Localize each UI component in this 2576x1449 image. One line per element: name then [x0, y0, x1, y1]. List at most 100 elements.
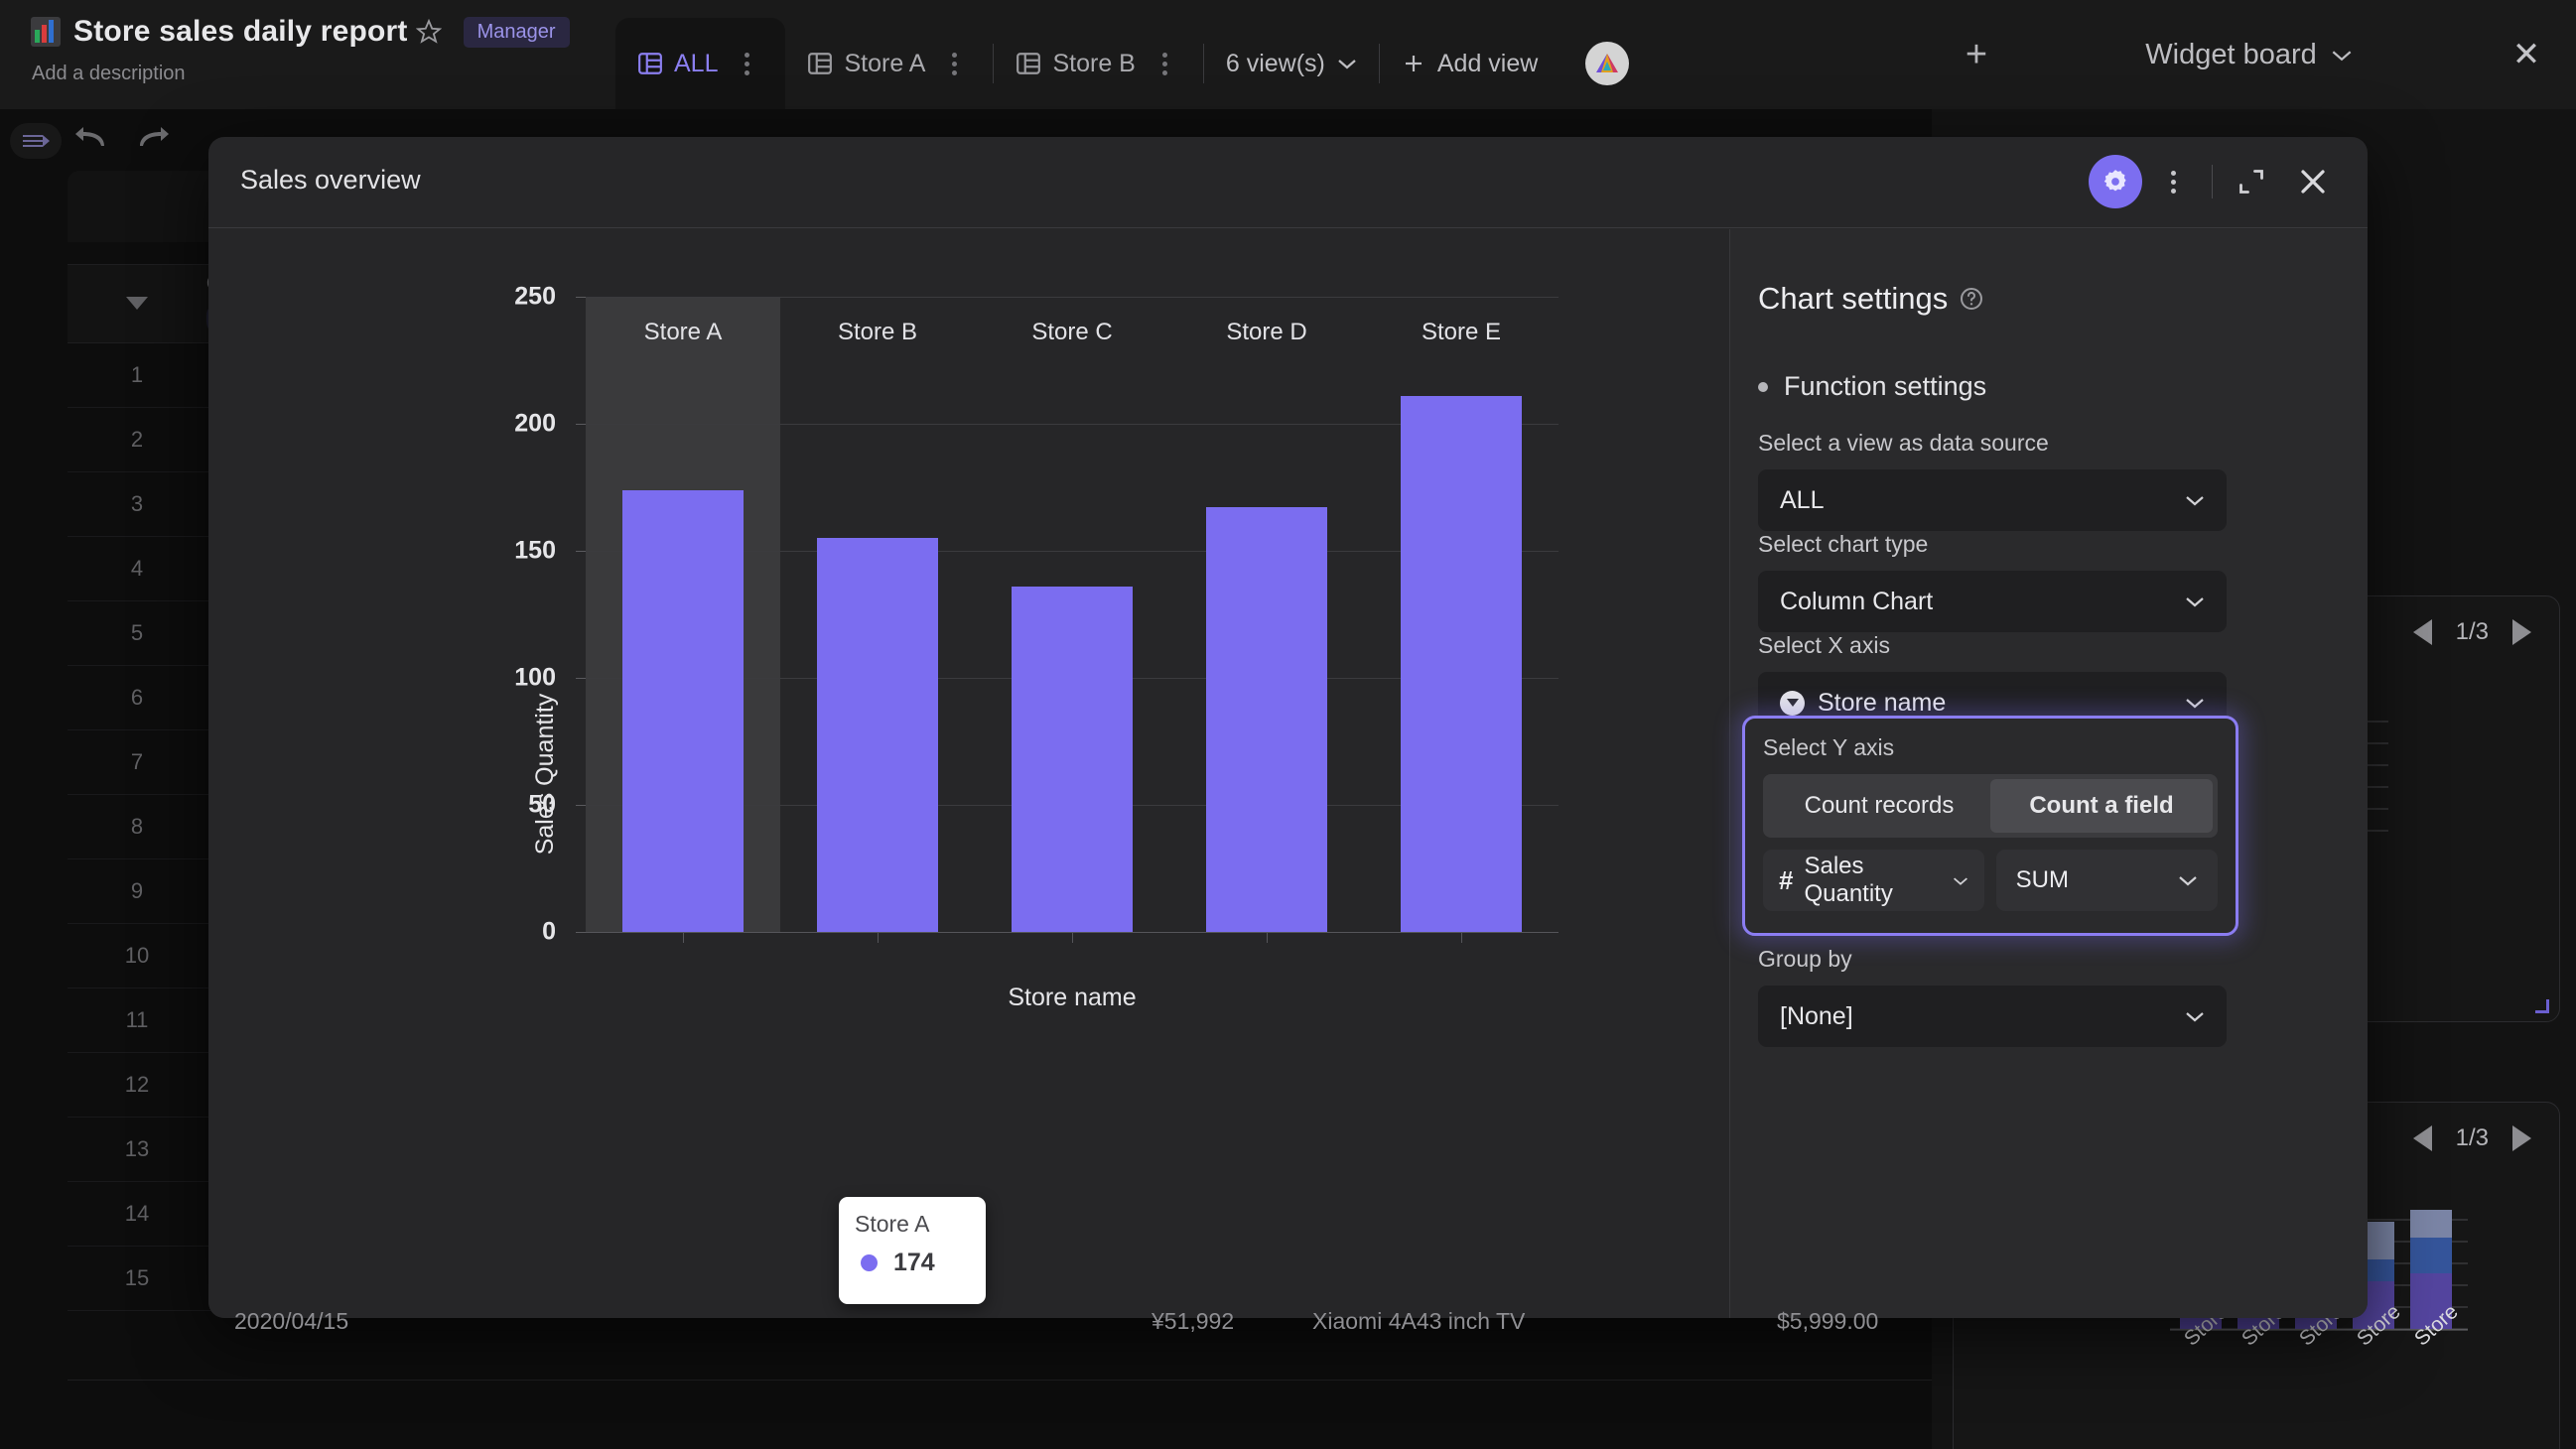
user-logo-icon [1596, 54, 1619, 72]
chart-type-value: Column Chart [1780, 587, 1934, 615]
add-widget-button[interactable]: + [1932, 34, 2021, 76]
chart-type-field: Select chart type Column Chart [1758, 531, 2227, 632]
group-by-value: [None] [1780, 1001, 1853, 1030]
x-axis-tick-mark [1267, 932, 1268, 943]
add-view-button[interactable]: Add view [1380, 50, 1559, 78]
bar-chart-logo-icon [31, 17, 61, 47]
add-view-label: Add view [1436, 49, 1539, 77]
tooltip-value: 174 [893, 1249, 935, 1276]
group-by-field: Group by [None] [1758, 946, 2227, 1047]
y-axis-tick-label: 50 [528, 790, 556, 819]
dialog-header-actions [2089, 155, 2344, 208]
chevron-down-icon [2179, 876, 2197, 886]
chevron-down-icon [2186, 496, 2204, 506]
x-axis-tick-label: Store C [1031, 319, 1113, 345]
chart-bar[interactable] [817, 538, 938, 932]
tab-all[interactable]: ALL [615, 18, 786, 109]
widget-card-2-page: 1/3 [2455, 1124, 2489, 1151]
group-by-label: Group by [1758, 946, 1852, 972]
plus-icon [1405, 56, 1422, 71]
y-axis-tick-label: 0 [542, 917, 556, 946]
chart-tooltip: Store A 174 [839, 1197, 986, 1304]
chevron-down-icon [2186, 1012, 2204, 1022]
y-axis-field-select[interactable]: # Sales Quantity [1763, 850, 1984, 911]
single-select-icon [1780, 690, 1805, 716]
bullet-icon [1758, 381, 1768, 392]
grid-last-row-price: $5,999.00 [1777, 1308, 1879, 1334]
chart-type-select[interactable]: Column Chart [1758, 571, 2227, 632]
widget-card-2-pager: 1/3 [2412, 1124, 2531, 1152]
y-axis-aggregation-select[interactable]: SUM [1995, 850, 2218, 911]
chart-bar[interactable] [622, 489, 744, 932]
y-axis-tick-label: 100 [514, 663, 556, 692]
tab-store-a[interactable]: Store A [785, 18, 993, 109]
data-source-select[interactable]: ALL [1758, 469, 2227, 531]
settings-gear-button[interactable] [2089, 155, 2142, 208]
star-icon[interactable] [415, 19, 442, 45]
y-axis-field-highlighted: Select Y axis Count records Count a fiel… [1742, 716, 2238, 936]
views-count-label: 6 view(s) [1225, 49, 1325, 77]
chart-type-label: Select chart type [1758, 531, 1929, 557]
grid-last-row-product: Xiaomi 4A43 inch TV [1312, 1308, 1526, 1334]
chart-plot-area[interactable]: 0 50 100 150 200 250 Store A Store B Store C Stor… [514, 283, 1559, 946]
document-title-block: Store sales daily report Manager Add a d… [30, 8, 606, 109]
tab-store-b[interactable]: Store B [994, 18, 1202, 109]
views-count-button[interactable]: 6 view(s) [1204, 50, 1379, 78]
data-source-value: ALL [1780, 485, 1825, 514]
grid-last-row-amount: ¥51,992 [1152, 1308, 1235, 1334]
widget-card-1-pager: 1/3 [2412, 618, 2531, 646]
gear-icon [2103, 170, 2126, 192]
count-a-field-button[interactable]: Count a field [1990, 779, 2213, 833]
top-bar: Store sales daily report Manager Add a d… [0, 0, 2576, 109]
triangle-left-icon[interactable] [2412, 1125, 2432, 1151]
chart-bar[interactable] [1206, 507, 1327, 932]
dialog-title: Sales overview [240, 165, 421, 195]
widget-card-1-page: 1/3 [2455, 618, 2489, 645]
app-root: Catego Hom 123456789101112131415 Sum $42… [0, 0, 2576, 1449]
chart-bar[interactable] [1401, 395, 1522, 932]
y-axis-tick-label: 150 [514, 536, 556, 565]
dialog-header-divider [2212, 165, 2213, 198]
tab-all-menu-icon[interactable] [729, 52, 765, 75]
help-circle-icon[interactable] [1960, 287, 1983, 311]
dialog-body: Sales Quantity 0 50 100 150 200 250 Store A Sto… [208, 229, 2368, 1318]
chevron-down-icon [2332, 50, 2352, 61]
dialog-close-button[interactable] [2282, 155, 2344, 208]
y-axis-tick-label: 200 [514, 409, 556, 438]
y-axis-field-row: # Sales Quantity SUM [1763, 850, 2218, 911]
group-by-select[interactable]: [None] [1758, 986, 2227, 1047]
y-axis-tick-mark [576, 551, 586, 552]
dialog-more-button[interactable] [2142, 155, 2204, 208]
count-records-button[interactable]: Count records [1768, 779, 1990, 833]
function-settings-section: Function settings [1758, 371, 1986, 402]
role-badge: Manager [463, 16, 570, 48]
y-axis-label: Select Y axis [1763, 734, 1895, 760]
chart-settings-heading-label: Chart settings [1758, 281, 1949, 316]
view-tabs: ALL Store A Store B 6 view(s) Add view [615, 18, 1630, 109]
avatar[interactable] [1585, 42, 1630, 85]
y-axis-mode-toggle: Count records Count a field [1763, 774, 2218, 838]
triangle-left-icon[interactable] [2412, 619, 2432, 645]
widget-card-1-resize-handle[interactable] [2535, 999, 2549, 1013]
chart-bar[interactable] [1012, 586, 1133, 932]
y-axis-tick-mark [576, 424, 586, 425]
chart-pane: Sales Quantity 0 50 100 150 200 250 Store A Sto… [208, 229, 1729, 1318]
triangle-right-icon[interactable] [2512, 1125, 2531, 1151]
grid-view-icon [1017, 53, 1041, 74]
y-axis-tick-mark [576, 297, 586, 298]
description-placeholder[interactable]: Add a description [32, 63, 606, 85]
y-axis-tick-mark [576, 932, 586, 933]
triangle-right-icon[interactable] [2512, 619, 2531, 645]
sales-overview-dialog: Sales overview Sales Quantity 0 50 100 1… [208, 137, 2368, 1318]
x-axis-tick-label: Store E [1421, 319, 1502, 345]
chart-settings-heading: Chart settings [1758, 281, 1983, 317]
close-widget-board-button[interactable]: ✕ [2477, 35, 2576, 74]
tab-store-b-menu-icon[interactable] [1147, 52, 1183, 75]
widget-board-title-label: Widget board [2145, 38, 2317, 70]
tab-store-a-menu-icon[interactable] [936, 52, 973, 75]
dialog-expand-button[interactable] [2221, 155, 2282, 208]
y-axis-field-value: Sales Quantity [1804, 853, 1893, 907]
x-axis-tick-mark [878, 932, 879, 943]
widget-board-title[interactable]: Widget board [2021, 39, 2477, 71]
y-axis-aggregation-value: SUM [2015, 866, 2070, 893]
